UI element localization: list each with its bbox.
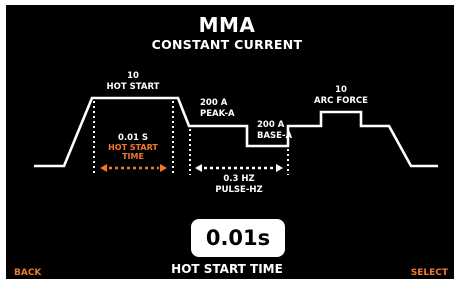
hot-start-value: 10: [127, 71, 139, 81]
hot-start-label: HOT START: [106, 82, 160, 92]
peak-a-value: 200 A: [200, 98, 228, 108]
pulse-hz-arrow: [195, 164, 283, 172]
select-button[interactable]: SELECT: [411, 268, 448, 278]
arc-force-value: 10: [335, 85, 347, 95]
mode-subtitle: CONSTANT CURRENT: [151, 37, 303, 52]
pulse-hz-value: 0.3 HZ: [223, 174, 255, 184]
back-button[interactable]: BACK: [14, 268, 41, 278]
base-a-label: BASE-A: [257, 131, 293, 141]
base-a-value: 200 A: [257, 120, 285, 130]
peak-a-label: PEAK-A: [200, 109, 235, 119]
selected-parameter-label: HOT START TIME: [171, 262, 283, 276]
arc-force-label: ARC FORCE: [314, 96, 368, 106]
display-screen: MMA CONSTANT CURRENT 10 HOT START 0.01 S…: [6, 5, 454, 279]
selected-value-box[interactable]: 0.01s: [191, 219, 285, 257]
pulse-hz-label: PULSE-HZ: [215, 185, 263, 195]
hot-start-time-value: 0.01 S: [117, 133, 149, 143]
mode-title: MMA: [198, 13, 256, 37]
selected-value: 0.01s: [205, 226, 271, 250]
hot-start-time-arrow: [100, 164, 167, 172]
hot-start-time-label: HOT START TIME: [108, 143, 158, 161]
